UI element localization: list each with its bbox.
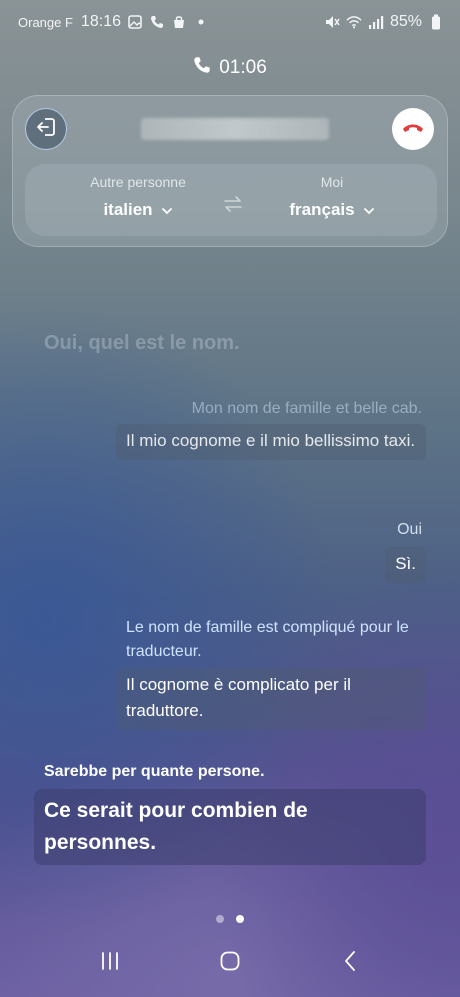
recent-apps-button[interactable] <box>90 943 130 983</box>
current-message: Sarebbe per quante persone. Ce serait po… <box>34 763 426 865</box>
message-source: Le nom de famille est compliqué pour le … <box>126 619 409 660</box>
other-language-value: italien <box>103 200 153 219</box>
call-timer: 01:06 <box>0 56 460 80</box>
back-icon <box>342 950 358 977</box>
message-item: Mon nom de famille et belle cab. Il mio … <box>116 400 426 460</box>
chevron-down-icon <box>161 200 173 220</box>
my-language-dropdown[interactable]: français <box>289 200 374 220</box>
signal-icon <box>368 14 384 30</box>
back-button[interactable] <box>330 943 370 983</box>
mute-icon <box>324 14 340 30</box>
chevron-down-icon <box>363 200 375 220</box>
battery-icon <box>428 14 444 30</box>
me-label: Moi <box>320 174 344 190</box>
dot-icon <box>193 14 209 30</box>
carrier-name: Orange F <box>18 14 73 30</box>
gallery-icon <box>127 14 143 30</box>
home-icon <box>219 950 241 977</box>
contact-name-redacted <box>141 118 329 140</box>
call-header-card: Autre personne italien Moi français <box>12 95 448 247</box>
message-translation: Il cognome è complicato per il traduttor… <box>116 668 426 730</box>
exit-icon <box>35 116 57 143</box>
phone-icon <box>149 14 165 30</box>
message-item: Le nom de famille est compliqué pour le … <box>116 616 426 730</box>
swap-languages-button[interactable] <box>221 194 245 218</box>
my-language-value: français <box>289 200 355 219</box>
shopping-bag-icon <box>171 14 187 30</box>
exit-button[interactable] <box>25 108 67 150</box>
other-person-language: Autre personne italien <box>63 174 213 220</box>
wifi-icon <box>346 14 362 30</box>
my-language: Moi français <box>257 174 407 220</box>
page-dot-active[interactable] <box>236 915 244 923</box>
recent-apps-icon <box>99 951 121 976</box>
page-indicator <box>0 915 460 923</box>
hang-up-icon <box>401 120 425 138</box>
other-person-label: Autre personne <box>90 174 186 190</box>
message-translation: Sì. <box>385 547 426 583</box>
current-message-source: Sarebbe per quante persone. <box>44 763 265 780</box>
page-dot[interactable] <box>216 915 224 923</box>
hang-up-button[interactable] <box>392 108 434 150</box>
message-source: Mon nom de famille et belle cab. <box>191 400 422 417</box>
call-duration: 01:06 <box>219 57 267 78</box>
battery-percent: 85% <box>389 13 422 30</box>
faded-message: Oui, quel est le nom. <box>44 332 240 354</box>
phone-icon <box>193 56 211 80</box>
message-item: Oui Sì. <box>385 521 426 583</box>
swap-arrows-icon <box>223 195 243 217</box>
message-source: Oui <box>397 521 422 538</box>
navigation-bar <box>0 943 460 983</box>
current-message-translation: Ce serait pour combien de personnes. <box>34 789 426 865</box>
clock: 18:16 <box>80 13 121 30</box>
language-selector: Autre personne italien Moi français <box>25 164 437 236</box>
status-bar: Orange F 18:16 85% <box>18 10 444 34</box>
home-button[interactable] <box>210 943 250 983</box>
other-language-dropdown[interactable]: italien <box>103 200 172 220</box>
message-translation: Il mio cognome e il mio bellissimo taxi. <box>116 424 426 460</box>
